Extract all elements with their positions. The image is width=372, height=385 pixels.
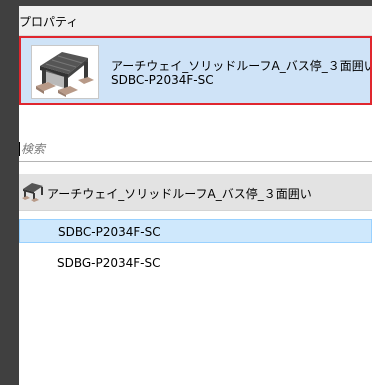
type-selector[interactable]: アーチウェイ_ソリッドルーフA_バス停_３面囲い SDBC-P2034F-SC	[19, 36, 372, 105]
type-list-item-label: SDBC-P2034F-SC	[58, 225, 161, 239]
type-list-item-label: SDBG-P2034F-SC	[57, 256, 161, 270]
family-group-header[interactable]: アーチウェイ_ソリッドルーフA_バス停_３面囲い	[19, 174, 372, 211]
selector-type-name: SDBC-P2034F-SC	[111, 73, 214, 87]
search-box[interactable]	[19, 137, 372, 162]
left-dark-strip	[0, 0, 19, 385]
panel-titlebar[interactable]: プロパティ	[19, 6, 372, 36]
properties-panel: プロパティ アーチウェイ_ソリッドルーフA_バス停_３面囲い SDBC-P203…	[19, 6, 372, 385]
bus-shelter-icon	[21, 180, 45, 204]
panel-title: プロパティ	[19, 15, 79, 29]
bus-shelter-thumbnail-icon	[31, 45, 99, 99]
search-caret	[19, 142, 20, 156]
selector-family-name: アーチウェイ_ソリッドルーフA_バス停_３面囲い	[111, 59, 372, 73]
type-list-item[interactable]: SDBG-P2034F-SC	[19, 251, 372, 275]
search-input[interactable]	[21, 139, 361, 159]
type-list-item-selected[interactable]: SDBC-P2034F-SC	[19, 219, 372, 243]
family-group-label: アーチウェイ_ソリッドルーフA_バス停_３面囲い	[47, 187, 312, 201]
